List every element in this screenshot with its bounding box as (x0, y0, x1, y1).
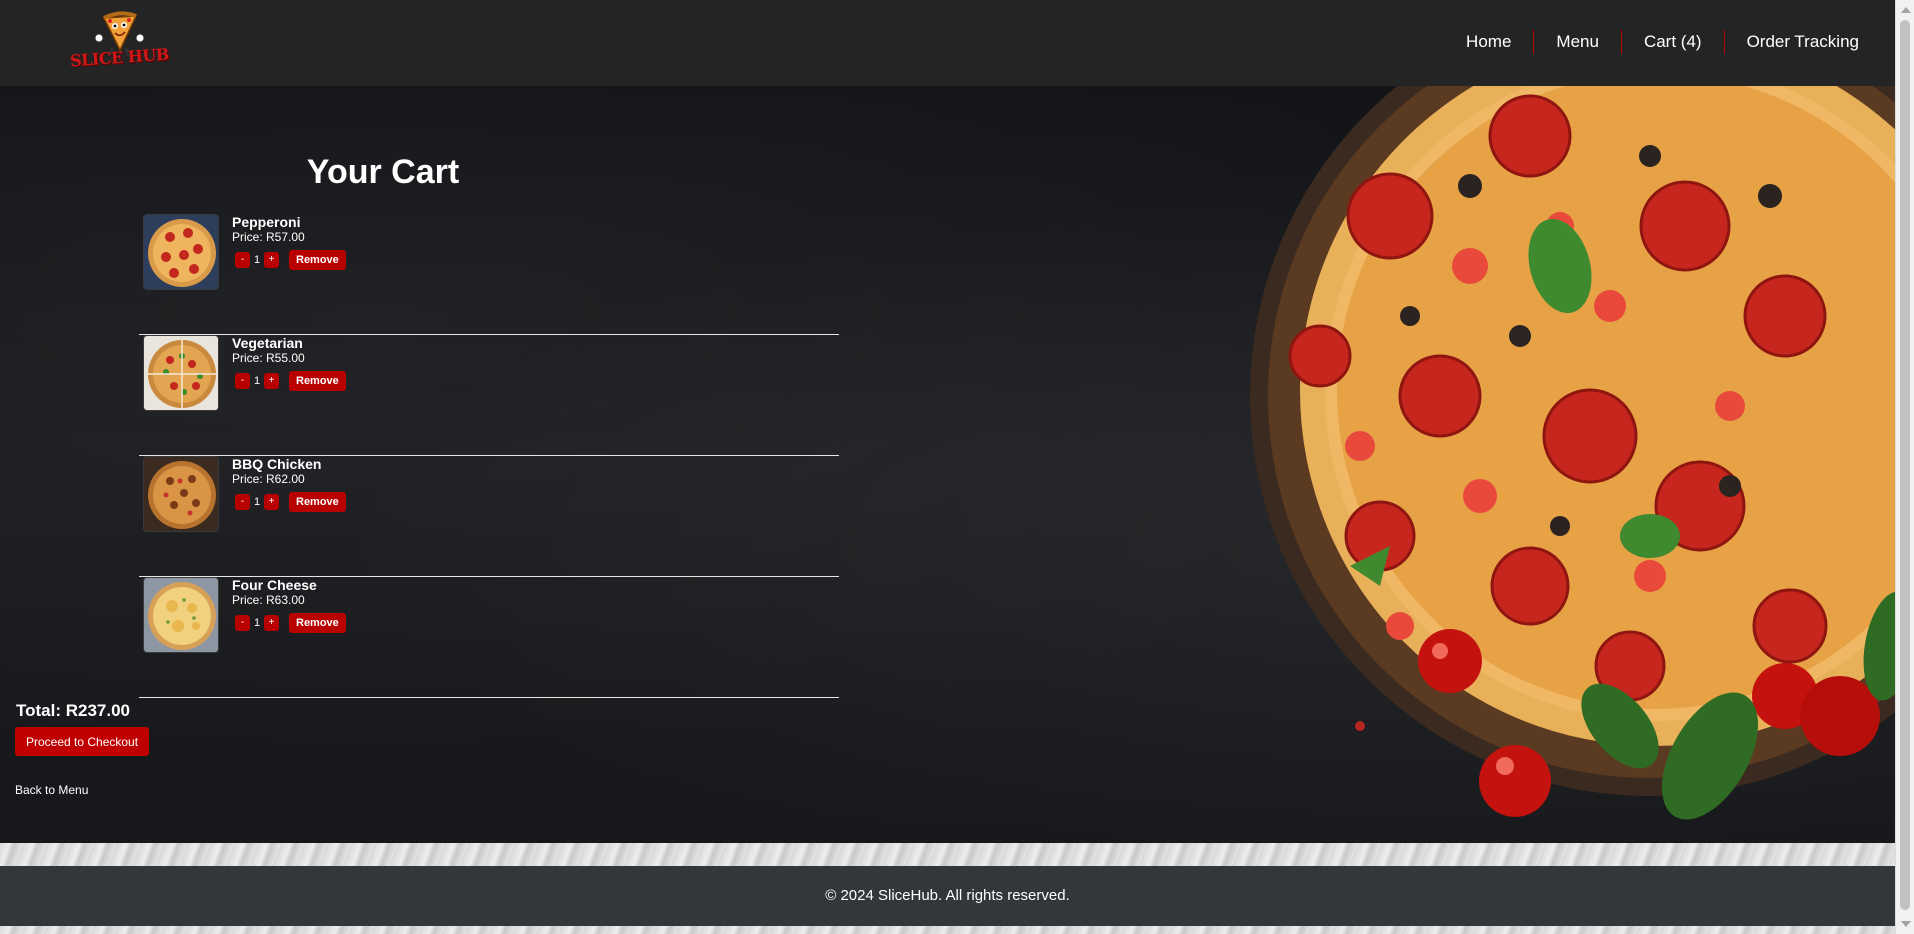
page-title: Your Cart (306, 153, 460, 191)
cart-item: Pepperoni Price: R57.00 - 1 + Remove (139, 214, 839, 335)
site-footer: © 2024 SliceHub. All rights reserved. (0, 866, 1895, 926)
quantity-controls: - 1 + Remove (232, 492, 346, 512)
proceed-to-checkout-button[interactable]: Proceed to Checkout (15, 727, 150, 756)
slicehub-logo[interactable]: SLICE HUB (66, 8, 184, 76)
item-name: Four Cheese (232, 577, 317, 593)
cart-total: Total: R237.00 (16, 701, 131, 720)
increase-quantity-button[interactable]: + (264, 615, 279, 631)
cart-item-info: Vegetarian Price: R55.00 - 1 + Remove (232, 335, 346, 391)
item-name: Pepperoni (232, 214, 301, 230)
increase-quantity-button[interactable]: + (264, 494, 279, 510)
cart-section: Your Cart Pepperoni Price: R57.00 - 1 + … (0, 86, 1895, 843)
quantity-value: 1 (253, 496, 261, 508)
scroll-up-arrow-icon[interactable] (1901, 7, 1911, 13)
remove-button[interactable]: Remove (289, 613, 346, 633)
nav-home[interactable]: Home (1444, 30, 1535, 54)
nav-order-tracking[interactable]: Order Tracking (1725, 30, 1859, 54)
cart-item-info: Four Cheese Price: R63.00 - 1 + Remove (232, 577, 346, 633)
back-to-menu-link[interactable]: Back to Menu (15, 783, 88, 797)
cart-items-list: Pepperoni Price: R57.00 - 1 + Remove Veg… (139, 214, 839, 698)
item-price: Price: R63.00 (232, 593, 305, 607)
remove-button[interactable]: Remove (289, 371, 346, 391)
page-scrollbar[interactable] (1895, 0, 1914, 934)
nav-menu[interactable]: Menu (1534, 30, 1622, 54)
pizza-thumbnail (143, 577, 219, 653)
decrease-quantity-button[interactable]: - (235, 494, 250, 510)
cart-item: Vegetarian Price: R55.00 - 1 + Remove (139, 335, 839, 456)
item-name: Vegetarian (232, 335, 303, 351)
pizza-thumbnail (143, 214, 219, 290)
decrease-quantity-button[interactable]: - (235, 615, 250, 631)
cart-item: Four Cheese Price: R63.00 - 1 + Remove (139, 577, 839, 698)
increase-quantity-button[interactable]: + (264, 373, 279, 389)
item-price: Price: R55.00 (232, 351, 305, 365)
main-nav: Home Menu Cart (4) Order Tracking (1444, 30, 1859, 54)
item-price: Price: R57.00 (232, 230, 305, 244)
remove-button[interactable]: Remove (289, 250, 346, 270)
cart-item: BBQ Chicken Price: R62.00 - 1 + Remove (139, 456, 839, 577)
nav-cart[interactable]: Cart (4) (1622, 30, 1725, 54)
pizza-background-image (1250, 86, 1895, 820)
cart-item-info: BBQ Chicken Price: R62.00 - 1 + Remove (232, 456, 346, 512)
item-price: Price: R62.00 (232, 472, 305, 486)
item-name: BBQ Chicken (232, 456, 322, 472)
increase-quantity-button[interactable]: + (264, 252, 279, 268)
quantity-value: 1 (253, 617, 261, 629)
copyright-text: © 2024 SliceHub. All rights reserved. (825, 887, 1070, 904)
quantity-value: 1 (253, 375, 261, 387)
decrease-quantity-button[interactable]: - (235, 252, 250, 268)
remove-button[interactable]: Remove (289, 492, 346, 512)
site-header: SLICE HUB Home Menu Cart (4) Order Track… (0, 0, 1895, 86)
pizza-thumbnail (143, 456, 219, 532)
quantity-value: 1 (253, 254, 261, 266)
marble-divider-bottom (0, 926, 1914, 934)
quantity-controls: - 1 + Remove (232, 250, 346, 270)
scrollbar-thumb[interactable] (1900, 20, 1910, 910)
decrease-quantity-button[interactable]: - (235, 373, 250, 389)
quantity-controls: - 1 + Remove (232, 371, 346, 391)
quantity-controls: - 1 + Remove (232, 613, 346, 633)
scroll-down-arrow-icon[interactable] (1901, 921, 1911, 927)
pizza-thumbnail (143, 335, 219, 411)
marble-divider (0, 843, 1895, 866)
cart-item-info: Pepperoni Price: R57.00 - 1 + Remove (232, 214, 346, 270)
